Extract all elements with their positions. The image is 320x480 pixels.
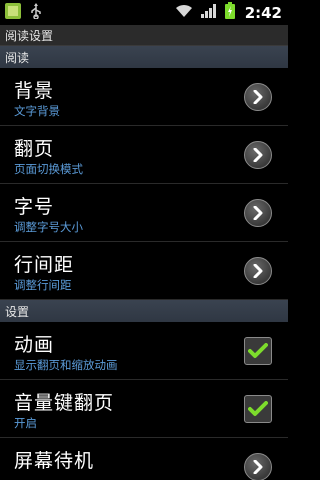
wifi-icon <box>175 3 193 22</box>
usb-icon <box>30 2 42 23</box>
pref-item-background[interactable]: 背景 文字背景 <box>0 68 288 126</box>
chevron-right-icon[interactable] <box>244 83 272 111</box>
pref-summary: 显示翻页和缩放动画 <box>14 358 118 372</box>
section-header-settings: 设置 <box>0 300 288 322</box>
pref-summary: 开启 <box>14 416 37 430</box>
pref-item-page-turn[interactable]: 翻页 页面切换模式 <box>0 126 288 184</box>
volume-key-checkbox[interactable] <box>244 395 272 423</box>
section-title: 阅读 <box>5 50 30 65</box>
pref-item-line-spacing[interactable]: 行间距 调整行间距 <box>0 242 288 300</box>
pref-title: 背景 <box>14 80 55 102</box>
pref-summary: 文字背景 <box>14 104 60 118</box>
clock: 2:42 <box>244 3 282 22</box>
pref-item-font-size[interactable]: 字号 调整字号大小 <box>0 184 288 242</box>
pref-title: 行间距 <box>14 254 75 276</box>
pref-item-animation[interactable]: 动画 显示翻页和缩放动画 <box>0 322 288 380</box>
title-bar: 阅读设置 <box>0 25 288 46</box>
pref-summary: 页面切换模式 <box>14 162 83 176</box>
pref-title: 翻页 <box>14 138 55 160</box>
pref-title: 动画 <box>14 334 55 356</box>
chevron-right-icon[interactable] <box>244 141 272 169</box>
section-header-reading: 阅读 <box>0 46 288 68</box>
pref-item-volume-key-page-turn[interactable]: 音量键翻页 开启 <box>0 380 288 438</box>
chevron-right-icon[interactable] <box>244 257 272 285</box>
pref-summary: 调整字号大小 <box>14 220 83 234</box>
signal-icon <box>200 3 217 22</box>
pref-item-screen-timeout[interactable]: 屏幕待机 <box>0 438 288 480</box>
chevron-right-icon[interactable] <box>244 199 272 227</box>
section-title: 设置 <box>5 304 30 319</box>
battery-charging-icon <box>224 2 235 23</box>
pref-title: 屏幕待机 <box>14 450 95 472</box>
pref-summary: 调整行间距 <box>14 278 72 292</box>
chevron-right-icon[interactable] <box>244 453 272 480</box>
animation-checkbox[interactable] <box>244 337 272 365</box>
pref-title: 字号 <box>14 196 55 218</box>
status-bar: 2:42 <box>0 0 288 25</box>
page-title: 阅读设置 <box>5 28 54 43</box>
pref-title: 音量键翻页 <box>14 392 115 414</box>
app-icon <box>4 2 22 24</box>
